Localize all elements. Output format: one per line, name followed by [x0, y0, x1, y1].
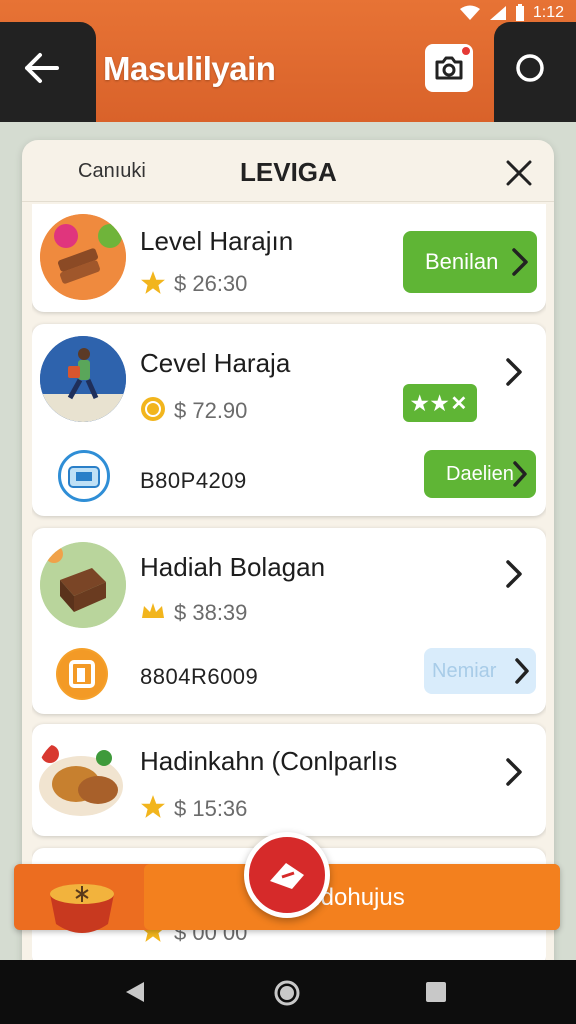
claim-button-label: Daelien — [446, 462, 514, 485]
list-item[interactable]: Cevel Haraja $ 72.90 ★★✕ B80P4209 Daelie… — [32, 324, 546, 516]
claim-button[interactable]: Daelien — [424, 450, 536, 498]
panel-header: Canıuki LEVIGA — [22, 140, 554, 202]
food-thumbnail — [40, 542, 126, 628]
item-price: $ 26:30 — [174, 271, 248, 296]
item-title: Level Harajın — [140, 226, 294, 256]
chevron-right-icon — [512, 248, 528, 276]
page-title: Masulilyain — [103, 50, 276, 87]
claim-button[interactable]: Benilan — [403, 231, 537, 293]
camera-icon — [435, 56, 463, 80]
wifi-icon — [459, 5, 480, 20]
item-price: $ 38:39 — [174, 600, 248, 625]
snack-image-icon — [40, 214, 126, 300]
chevron-right-icon[interactable] — [502, 356, 526, 388]
food-thumbnail — [36, 734, 126, 824]
coin-icon — [141, 397, 165, 421]
nav-recent-icon[interactable] — [426, 982, 446, 1002]
claim-button-label: Benilan — [425, 249, 499, 274]
list-item[interactable]: Hadinkahn (Conlparlıs $ 15:36 — [32, 724, 546, 836]
chevron-right-icon[interactable] — [502, 756, 526, 788]
food-thumbnail — [40, 214, 126, 300]
logo-icon — [68, 466, 100, 488]
arrow-left-icon — [25, 53, 59, 83]
notification-dot — [461, 46, 471, 56]
camera-button[interactable] — [425, 44, 473, 92]
list-item[interactable]: Level Harajın $ 26:30 Benilan — [32, 204, 546, 312]
circle-icon — [516, 54, 544, 82]
more-button[interactable] — [510, 48, 550, 88]
panel-title: LEVIGA — [240, 157, 337, 187]
chocolate-image-icon — [40, 542, 126, 628]
item-price: $ 15:36 — [174, 796, 248, 821]
item-price: $ 72.90 — [174, 398, 248, 423]
item-title: Cevel Haraja — [140, 348, 291, 378]
signal-icon — [489, 6, 506, 20]
chevron-right-icon — [513, 461, 527, 487]
claim-button-label: Nemiar — [432, 659, 497, 682]
chevron-right-icon — [515, 658, 529, 684]
nav-home-icon[interactable] — [274, 980, 300, 1006]
battery-icon — [515, 4, 524, 21]
chevron-right-icon[interactable] — [502, 558, 526, 590]
star-icon — [141, 795, 165, 818]
claim-button[interactable]: Nemiar — [424, 648, 536, 694]
voucher-code: 8804R6009 — [140, 664, 259, 689]
close-button[interactable] — [500, 154, 538, 192]
close-icon — [506, 160, 532, 186]
brand-logo — [58, 450, 110, 502]
status-time: 1:12 — [532, 4, 564, 21]
back-button[interactable] — [18, 46, 66, 90]
item-title: Hadiah Bolagan — [140, 552, 326, 582]
rating-badge: ★★✕ — [403, 384, 477, 422]
ticket-icon — [270, 863, 304, 889]
status-bar: 1:12 — [459, 2, 564, 24]
gift-fab-button[interactable] — [244, 832, 330, 918]
roast-chicken-image-icon — [39, 745, 123, 816]
nav-back-icon[interactable] — [124, 980, 146, 1004]
person-thumbnail — [40, 336, 126, 422]
list-item[interactable]: Hadiah Bolagan $ 38:39 8804R6009 Nemiar — [32, 528, 546, 714]
panel-left-label[interactable]: Canıuki — [78, 160, 146, 183]
soup-bowl-icon — [50, 884, 114, 933]
logo-icon — [58, 650, 106, 698]
traveler-image-icon — [40, 336, 126, 422]
crown-icon — [142, 603, 164, 618]
voucher-code: B80P4209 — [140, 468, 247, 493]
brand-logo — [56, 648, 108, 700]
star-icon — [141, 271, 165, 294]
item-title: Hadinkahn (Conlparlıs — [140, 746, 398, 776]
